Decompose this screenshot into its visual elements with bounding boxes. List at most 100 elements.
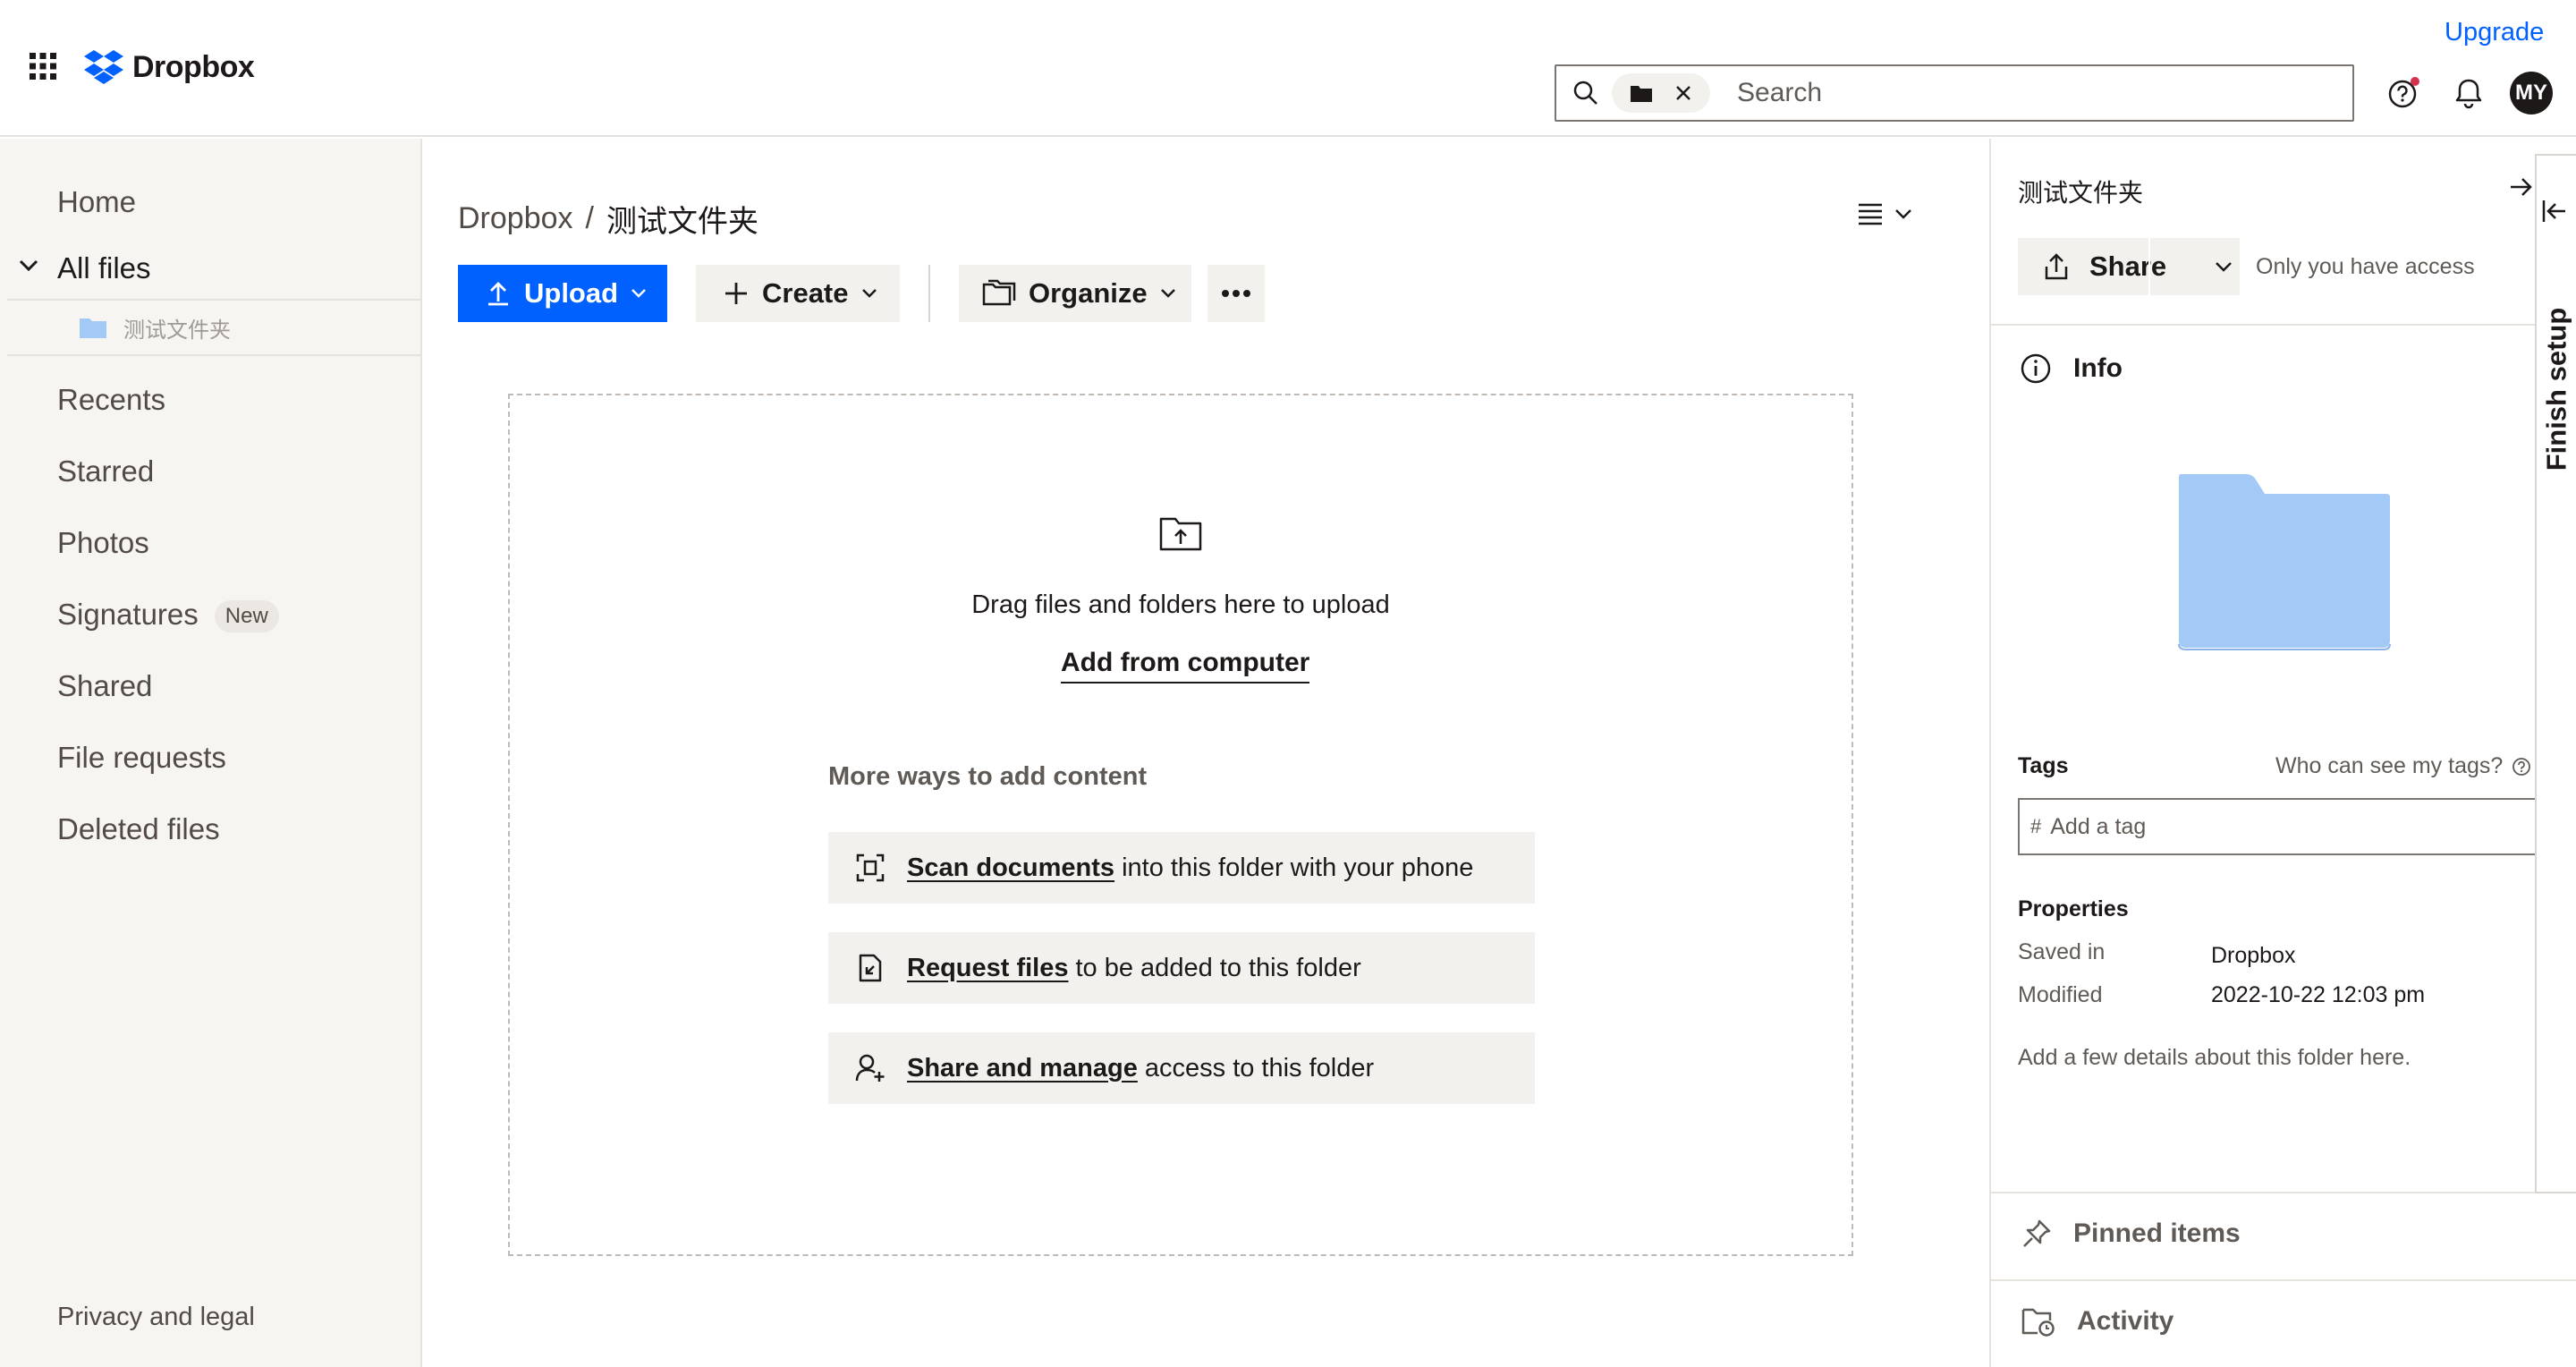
activity-label: Activity: [2077, 1306, 2174, 1336]
panel-divider: [1991, 324, 2538, 326]
sidebar-item-all-files[interactable]: All files: [57, 251, 151, 285]
breadcrumb-root[interactable]: Dropbox: [458, 201, 573, 236]
info-section-header[interactable]: Info: [2020, 352, 2123, 385]
tags-label: Tags: [2018, 753, 2069, 778]
pinned-items-label: Pinned items: [2073, 1218, 2241, 1248]
more-options-button[interactable]: [1208, 265, 1265, 322]
dropbox-logo[interactable]: Dropbox: [84, 48, 255, 86]
upload-icon: [488, 282, 508, 306]
list-view-icon: [1859, 203, 1882, 225]
folder-icon: [1630, 83, 1653, 103]
property-key: Saved in: [2018, 939, 2106, 964]
panel-divider: [1991, 1192, 2576, 1193]
sidebar-item-photos[interactable]: Photos: [57, 526, 149, 560]
organize-label: Organize: [1029, 277, 1148, 309]
chevron-down-icon[interactable]: [2215, 260, 2233, 273]
share-label: Share: [2089, 250, 2167, 282]
chevron-down-icon: [1895, 209, 1911, 219]
share-button[interactable]: Share: [2018, 238, 2240, 295]
sidebar-item-shared[interactable]: Shared: [57, 669, 152, 703]
upload-button[interactable]: Upload: [458, 265, 667, 322]
add-details-link[interactable]: Add a few details about this folder here…: [2018, 1045, 2411, 1071]
privacy-legal-link[interactable]: Privacy and legal: [57, 1303, 255, 1332]
share-person-icon: [855, 1053, 886, 1083]
help-icon: [2512, 757, 2531, 776]
arrow-right-icon[interactable]: [2508, 174, 2535, 200]
share-icon: [2043, 252, 2070, 281]
properties-label: Properties: [2018, 896, 2129, 921]
sidebar-item-recents[interactable]: Recents: [57, 383, 165, 417]
organize-button[interactable]: Organize: [959, 265, 1191, 322]
option-strong[interactable]: Share and manage: [907, 1054, 1138, 1083]
view-toggle[interactable]: [1857, 202, 1912, 225]
request-files-option[interactable]: Request files to be added to this folder: [828, 932, 1535, 1004]
search-bar[interactable]: [1555, 64, 2354, 122]
search-icon: [1572, 80, 1599, 106]
dropbox-box-icon: [84, 50, 123, 84]
chevron-down-icon[interactable]: [18, 259, 39, 273]
plus-icon: [725, 283, 747, 304]
details-title: 测试文件夹: [2018, 179, 2144, 207]
sidebar-item-signatures[interactable]: Signatures New: [57, 598, 279, 633]
activity-section[interactable]: Activity: [2021, 1306, 2174, 1337]
share-manage-option[interactable]: Share and manage access to this folder: [828, 1032, 1535, 1104]
new-badge: New: [214, 600, 279, 633]
ellipsis-icon: [1222, 290, 1250, 297]
pinned-items-section[interactable]: Pinned items: [2021, 1218, 2241, 1249]
logo-text: Dropbox: [132, 49, 255, 84]
chevron-down-icon: [1160, 289, 1175, 298]
search-scope-chip[interactable]: [1612, 73, 1710, 113]
activity-folder-icon: [2021, 1308, 2055, 1337]
property-value: Dropbox: [2211, 943, 2296, 968]
add-from-computer-link[interactable]: Add from computer: [1061, 648, 1310, 684]
more-ways-title: More ways to add content: [828, 762, 1148, 791]
breadcrumb-current: 测试文件夹: [606, 205, 758, 239]
option-text: access to this folder: [1144, 1053, 1375, 1083]
finish-setup-text: Finish setup: [2540, 307, 2572, 471]
folder-icon: [79, 316, 107, 339]
sidebar-item-deleted-files[interactable]: Deleted files: [57, 812, 220, 846]
sidebar-subfolder[interactable]: 测试文件夹: [7, 299, 420, 356]
upload-label: Upload: [524, 277, 619, 309]
close-icon[interactable]: [1674, 84, 1692, 102]
option-strong[interactable]: Request files: [907, 954, 1069, 983]
property-key: Modified: [2018, 982, 2103, 1007]
hash-icon: #: [2030, 815, 2042, 837]
option-text: to be added to this folder: [1075, 953, 1361, 982]
subfolder-label: 测试文件夹: [123, 318, 231, 343]
tags-help-text: Who can see my tags?: [2275, 753, 2504, 778]
search-input[interactable]: [1737, 78, 2274, 108]
panel-divider: [1991, 1279, 2576, 1281]
breadcrumb-separator: /: [585, 201, 594, 235]
tag-input[interactable]: [2050, 813, 2498, 840]
folder-upload-icon: [1159, 515, 1202, 551]
property-value: 2022-10-22 12:03 pm: [2211, 982, 2426, 1007]
app-grid-icon[interactable]: [29, 52, 57, 81]
chevron-down-icon: [861, 289, 877, 298]
scan-documents-option[interactable]: Scan documents into this folder with you…: [828, 832, 1535, 904]
option-text: into this folder with your phone: [1122, 853, 1474, 882]
request-file-icon: [855, 953, 886, 983]
avatar[interactable]: MY: [2510, 72, 2553, 115]
create-button[interactable]: Create: [696, 265, 900, 322]
access-text: Only you have access: [2256, 254, 2475, 279]
bell-icon: [2455, 79, 2482, 109]
tag-field[interactable]: #: [2018, 798, 2546, 855]
notifications-button[interactable]: [2449, 73, 2488, 113]
finish-setup-label[interactable]: Finish setup: [2537, 295, 2576, 483]
option-strong[interactable]: Scan documents: [907, 853, 1114, 883]
share-button-divider: [2148, 238, 2150, 295]
sidebar-item-starred[interactable]: Starred: [57, 454, 154, 488]
sidebar-item-home[interactable]: Home: [57, 185, 136, 219]
create-label: Create: [762, 277, 849, 309]
sidebar-item-label: Signatures: [57, 598, 199, 631]
collapse-left-icon[interactable]: [2542, 199, 2569, 224]
help-button[interactable]: [2385, 73, 2424, 113]
chevron-down-icon: [631, 289, 646, 298]
sidebar-item-file-requests[interactable]: File requests: [57, 741, 226, 775]
info-icon: [2021, 353, 2051, 384]
pin-icon: [2023, 1219, 2051, 1247]
organize-folder-icon: [982, 279, 1016, 306]
upgrade-link[interactable]: Upgrade: [2445, 18, 2544, 47]
tags-help-link[interactable]: Who can see my tags?: [2275, 753, 2531, 779]
